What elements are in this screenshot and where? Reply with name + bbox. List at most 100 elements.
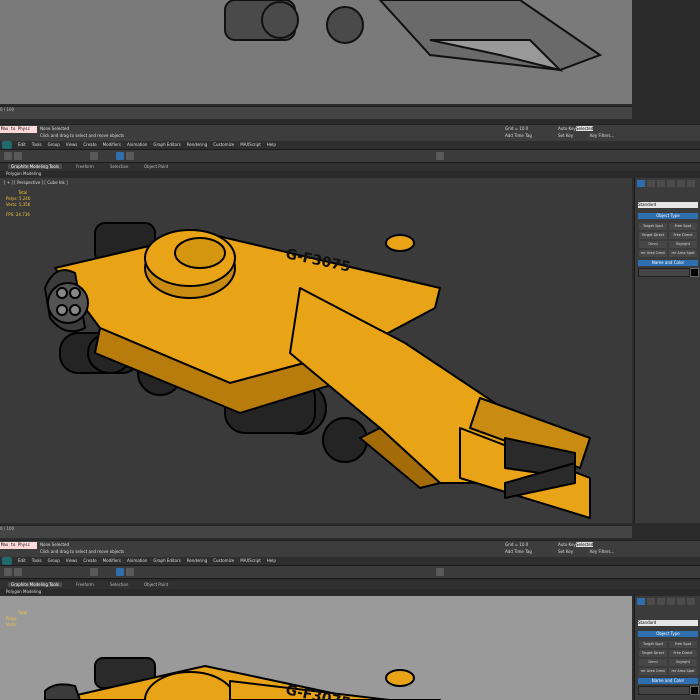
tab-graphite[interactable]: Graphite Modeling Tools xyxy=(8,582,63,587)
menu-item[interactable]: Help xyxy=(267,142,276,147)
object-type-rollout[interactable]: Object Type xyxy=(638,631,698,637)
menu-item[interactable]: Modifiers xyxy=(103,558,121,563)
category-dropdown[interactable]: Standard xyxy=(638,202,698,208)
display-tab-icon[interactable] xyxy=(677,180,685,187)
light-type-button[interactable]: mr Area Omni xyxy=(639,668,667,675)
hierarchy-tab-icon[interactable] xyxy=(657,598,665,605)
menu-item[interactable]: Graph Editors xyxy=(153,142,180,147)
key-filters-button[interactable]: Key Filters... xyxy=(590,549,614,554)
modify-tab-icon[interactable] xyxy=(647,180,655,187)
redo-icon[interactable] xyxy=(14,152,22,160)
light-type-button[interactable]: Skylight xyxy=(669,659,697,666)
menu-item[interactable]: Edit xyxy=(18,142,26,147)
color-swatch[interactable] xyxy=(690,268,699,277)
menu-item[interactable]: Create xyxy=(83,558,96,563)
app-logo-icon[interactable] xyxy=(2,557,12,565)
undo-icon[interactable] xyxy=(4,568,12,576)
auto-key-button[interactable]: Auto Key xyxy=(558,126,576,131)
select-icon[interactable] xyxy=(90,568,98,576)
menu-item[interactable]: Graph Editors xyxy=(153,558,180,563)
maxscript-listener[interactable]: Max to Physc xyxy=(0,542,37,549)
utilities-tab-icon[interactable] xyxy=(687,598,695,605)
utilities-tab-icon[interactable] xyxy=(687,180,695,187)
color-swatch[interactable] xyxy=(690,686,699,695)
menu-item[interactable]: Help xyxy=(267,558,276,563)
app-logo-icon[interactable] xyxy=(2,141,12,149)
light-type-button[interactable]: Target Direct xyxy=(639,232,667,239)
light-type-button[interactable]: Free Direct xyxy=(669,650,697,657)
tab-object-paint[interactable]: Object Paint xyxy=(144,582,168,587)
hierarchy-tab-icon[interactable] xyxy=(657,180,665,187)
category-dropdown[interactable]: Standard xyxy=(638,620,698,626)
menu-item[interactable]: Rendering xyxy=(187,142,207,147)
add-time-tag[interactable]: Add Time Tag xyxy=(505,133,532,138)
viewport-label[interactable]: [ + ] [ Perspective ] [ Cube Ink ] xyxy=(4,180,68,185)
maxscript-listener[interactable]: Max to Physc xyxy=(0,126,37,133)
viewport-perspective[interactable]: [ + ] [ Perspective ] [ Cube Ink ] Total… xyxy=(0,178,632,523)
menu-item[interactable]: Group xyxy=(48,142,60,147)
name-field[interactable] xyxy=(638,268,690,277)
menu-item[interactable]: Tools xyxy=(32,142,42,147)
menu-item[interactable]: Rendering xyxy=(187,558,207,563)
rotate-icon[interactable] xyxy=(126,152,134,160)
tab-selection[interactable]: Selection xyxy=(110,164,128,169)
auto-key-button[interactable]: Auto Key xyxy=(558,542,576,547)
object-type-rollout[interactable]: Object Type xyxy=(638,213,698,219)
menu-item[interactable]: Animation xyxy=(127,558,147,563)
create-tab-icon[interactable] xyxy=(637,180,645,187)
menu-item[interactable]: Animation xyxy=(127,142,147,147)
polygon-modeling-label[interactable]: Polygon Modeling xyxy=(6,171,41,176)
tab-selection[interactable]: Selection xyxy=(110,582,128,587)
menu-item[interactable]: Create xyxy=(83,142,96,147)
render-icon[interactable] xyxy=(436,152,444,160)
menu-item[interactable]: Views xyxy=(66,142,78,147)
light-type-button[interactable]: Free Spot xyxy=(669,223,697,230)
motion-tab-icon[interactable] xyxy=(667,180,675,187)
menu-item[interactable]: Views xyxy=(66,558,78,563)
light-type-button[interactable]: Target Direct xyxy=(639,650,667,657)
select-icon[interactable] xyxy=(90,152,98,160)
light-type-button[interactable]: mr Area Spot xyxy=(669,668,697,675)
selected-dropdown[interactable]: Selected xyxy=(576,126,594,131)
move-icon[interactable] xyxy=(116,152,124,160)
undo-icon[interactable] xyxy=(4,152,12,160)
timeline-top[interactable]: 0 / 100 xyxy=(0,106,632,119)
move-icon[interactable] xyxy=(116,568,124,576)
polygon-modeling-label[interactable]: Polygon Modeling xyxy=(6,589,41,594)
name-color-rollout[interactable]: Name and Color xyxy=(638,678,698,684)
viewport-top[interactable] xyxy=(0,0,632,104)
display-tab-icon[interactable] xyxy=(677,598,685,605)
set-key-button[interactable]: Set Key xyxy=(558,133,573,138)
tab-object-paint[interactable]: Object Paint xyxy=(144,164,168,169)
viewport-bottom[interactable]: Total Polys: Verts: G-F3075 xyxy=(0,596,632,700)
light-type-button[interactable]: mr Area Spot xyxy=(669,250,697,257)
light-type-button[interactable]: Omni xyxy=(639,241,667,248)
menu-item[interactable]: MAXScript xyxy=(240,558,261,563)
menu-item[interactable]: Tools xyxy=(32,558,42,563)
light-type-button[interactable]: Free Direct xyxy=(669,232,697,239)
key-filters-button[interactable]: Key Filters... xyxy=(590,133,614,138)
light-type-button[interactable]: Target Spot xyxy=(639,641,667,648)
light-type-button[interactable]: Omni xyxy=(639,659,667,666)
motion-tab-icon[interactable] xyxy=(667,598,675,605)
modify-tab-icon[interactable] xyxy=(647,598,655,605)
tab-freeform[interactable]: Freeform xyxy=(76,582,94,587)
selected-dropdown[interactable]: Selected xyxy=(576,542,594,547)
menu-item[interactable]: Customize xyxy=(213,142,234,147)
menu-item[interactable]: Customize xyxy=(213,558,234,563)
set-key-button[interactable]: Set Key xyxy=(558,549,573,554)
rotate-icon[interactable] xyxy=(126,568,134,576)
redo-icon[interactable] xyxy=(14,568,22,576)
menu-item[interactable]: Modifiers xyxy=(103,142,121,147)
light-type-button[interactable]: Target Spot xyxy=(639,223,667,230)
tab-graphite[interactable]: Graphite Modeling Tools xyxy=(8,164,63,169)
render-icon[interactable] xyxy=(436,568,444,576)
tab-freeform[interactable]: Freeform xyxy=(76,164,94,169)
menu-item[interactable]: MAXScript xyxy=(240,142,261,147)
light-type-button[interactable]: Free Spot xyxy=(669,641,697,648)
menu-item[interactable]: Group xyxy=(48,558,60,563)
menu-item[interactable]: Edit xyxy=(18,558,26,563)
name-field[interactable] xyxy=(638,686,690,695)
create-tab-icon[interactable] xyxy=(637,598,645,605)
timeline-mid[interactable]: 0 / 100 xyxy=(0,525,632,538)
